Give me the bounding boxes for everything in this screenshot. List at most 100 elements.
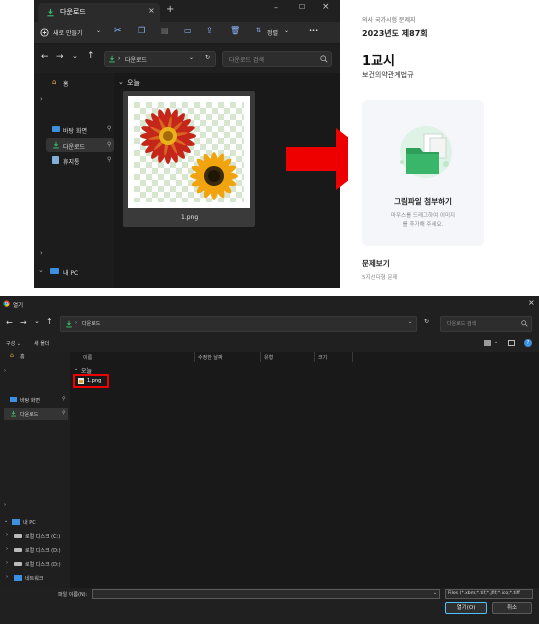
file-row-1png[interactable]: 1.png xyxy=(73,374,109,388)
maximize-icon[interactable]: ☐ xyxy=(299,3,305,11)
sidebar-item-desktop[interactable]: 바탕 화면 ⚲ xyxy=(10,396,68,406)
sidebar-item-drive-c[interactable]: › 로컬 디스크 (C:) xyxy=(6,532,70,542)
refresh-icon[interactable]: ↻ xyxy=(205,54,210,61)
share-icon[interactable]: ⇪ xyxy=(206,26,213,35)
organize-button[interactable]: 구성 ⌄ xyxy=(6,340,21,347)
paste-icon[interactable]: ▤ xyxy=(161,26,169,35)
pc-icon xyxy=(12,519,20,525)
sidebar-item-desktop[interactable]: 바탕 화면 ⚲ xyxy=(52,125,114,137)
new-button[interactable]: 새로 만들기 ⌄ xyxy=(40,27,102,39)
download-icon xyxy=(11,410,16,417)
pin-icon: ⚲ xyxy=(62,396,66,402)
exam-upload-panel: 의사 국가시험 문제지 2023년도 제87회 1교시 보건의약관계법규 그림파… xyxy=(348,0,539,288)
file-name: 1.png xyxy=(87,378,102,384)
group-collapse-icon[interactable]: ⌄ xyxy=(74,366,78,372)
image-upload-dropzone[interactable]: 그림파일 첨부하기 마우스를 드래그하여 이미지 를 추가해 주세요. xyxy=(362,100,484,246)
download-icon xyxy=(47,8,54,17)
more-options-icon[interactable]: ··· xyxy=(309,26,318,35)
explorer-tab[interactable]: 다운로드 × xyxy=(38,3,160,22)
sidebar-item-this-pc[interactable]: ⌄ 내 PC xyxy=(4,518,68,528)
new-folder-button[interactable]: 새 폴더 xyxy=(34,340,49,347)
dialog-search-input[interactable]: 다운로드 검색 xyxy=(440,316,532,332)
dialog-sidebar: ⌂ 홈 › 바탕 화면 ⚲ 다운로드 ⚲ › ⌄ 내 PC › 로컬 디스크 (… xyxy=(0,352,70,588)
download-icon xyxy=(53,141,59,149)
chevron-down-icon[interactable]: ⌄ xyxy=(494,339,498,345)
sidebar-item-home[interactable]: ⌂ 홈 xyxy=(10,352,68,362)
drive-icon xyxy=(14,548,22,552)
group-collapse-icon[interactable]: ⌄ xyxy=(118,78,124,86)
column-header-size[interactable]: 크기 xyxy=(315,352,353,362)
image-file-icon xyxy=(78,378,84,384)
tab-close-icon[interactable]: × xyxy=(148,6,155,15)
search-placeholder: 다운로드 검색 xyxy=(447,321,477,327)
sidebar-item-this-pc[interactable]: ⌄ 내 PC xyxy=(38,266,114,279)
preview-pane-icon[interactable] xyxy=(508,340,515,346)
expand-chevron-icon[interactable]: › xyxy=(4,502,6,508)
column-header-modified[interactable]: 수정한 날짜 xyxy=(195,352,261,362)
breadcrumb-current: 다운로드 xyxy=(82,321,101,327)
cancel-button[interactable]: 취소 xyxy=(492,602,532,614)
sidebar-item-label: 로컬 디스크 (D:) xyxy=(25,548,61,554)
refresh-icon[interactable]: ↻ xyxy=(424,318,429,325)
chevron-down-icon[interactable]: ⌄ xyxy=(189,54,194,61)
sort-icon: ⇅ xyxy=(256,27,262,34)
dialog-address-input[interactable]: › 다운로드 xyxy=(60,316,417,332)
download-icon xyxy=(66,320,72,328)
dialog-navigation-bar: ← → ⌄ ↑ › 다운로드 ⌄ ↻ 다운로드 검색 xyxy=(0,312,539,336)
rename-icon[interactable]: ▭ xyxy=(184,26,192,35)
drive-icon xyxy=(14,562,22,566)
new-tab-icon[interactable]: + xyxy=(166,4,174,15)
chevron-down-icon[interactable]: ⌄ xyxy=(408,319,412,325)
back-arrow-icon[interactable]: ← xyxy=(6,318,13,327)
expand-chevron-icon[interactable]: › xyxy=(4,368,6,374)
cut-icon[interactable]: ✂ xyxy=(114,26,122,36)
organize-label: 구성 xyxy=(6,341,16,347)
exam-year-round: 2023년도 제87회 xyxy=(362,29,428,38)
sidebar-item-label: 바탕 화면 xyxy=(20,398,40,404)
recent-chevron-icon[interactable]: ⌄ xyxy=(72,52,78,60)
column-header-type[interactable]: 유형 xyxy=(261,352,315,362)
dialog-title: 열기 xyxy=(13,303,24,309)
search-input[interactable]: 다운로드 검색 xyxy=(222,51,332,67)
copy-icon[interactable]: ❐ xyxy=(138,26,145,35)
sidebar-item-network[interactable]: › 네트워크 xyxy=(6,574,70,584)
sidebar-item-label: 네트워크 xyxy=(25,576,44,582)
chevron-down-icon: ⌄ xyxy=(284,27,290,34)
filename-label: 파일 이름(N): xyxy=(58,592,88,598)
minimize-icon[interactable]: – xyxy=(274,3,278,12)
recycle-bin-icon xyxy=(52,156,59,164)
filetype-select[interactable]: Files (*.xbm;*.tif;*.jfif;*.ico;*.tiff xyxy=(445,589,533,599)
sidebar-item-label: 홈 xyxy=(20,354,25,360)
sort-button[interactable]: ⇅ 정렬 ⌄ xyxy=(256,27,298,39)
sidebar-item-label: 홈 xyxy=(63,81,69,88)
delete-icon[interactable]: 🗑 xyxy=(230,26,240,35)
expand-chevron-icon: › xyxy=(6,574,8,580)
dialog-close-icon[interactable]: × xyxy=(528,298,535,307)
sidebar-item-downloads[interactable]: 다운로드 ⚲ xyxy=(46,138,114,152)
recent-chevron-icon[interactable]: ⌄ xyxy=(34,317,40,325)
up-arrow-icon[interactable]: ↑ xyxy=(87,51,95,61)
expand-chevron-icon[interactable]: › xyxy=(40,95,43,103)
sidebar-item-drive-d2[interactable]: › 로컬 디스크 (D:) xyxy=(6,560,70,570)
sidebar-item-recycle-bin[interactable]: 휴지통 ⚲ xyxy=(52,156,114,168)
window-close-icon[interactable]: × xyxy=(322,2,330,12)
expand-chevron-icon[interactable]: › xyxy=(40,249,43,257)
sidebar-item-drive-d[interactable]: › 로컬 디스크 (D:) xyxy=(6,546,70,556)
forward-arrow-icon[interactable]: → xyxy=(20,318,27,327)
filename-input[interactable]: ⌄ xyxy=(92,589,440,599)
open-button[interactable]: 열기(O) xyxy=(445,602,487,614)
file-tile-1png[interactable]: 1.png xyxy=(123,91,255,227)
drive-icon xyxy=(14,534,22,538)
download-icon xyxy=(109,55,115,63)
forward-arrow-icon[interactable]: → xyxy=(56,52,64,62)
help-icon[interactable]: ? xyxy=(524,339,532,347)
sidebar-item-home[interactable]: ⌂ 홈 xyxy=(52,78,112,90)
column-header-name[interactable]: 이름 xyxy=(80,352,195,362)
open-file-dialog: 열기 × ← → ⌄ ↑ › 다운로드 ⌄ ↻ 다운로드 검색 구성 ⌄ 새 폴… xyxy=(0,296,539,624)
desktop-icon xyxy=(10,397,17,402)
back-arrow-icon[interactable]: ← xyxy=(41,52,49,62)
view-options-icon[interactable] xyxy=(484,340,491,346)
address-input[interactable]: › 다운로드 ⌄ ↻ xyxy=(104,51,216,67)
up-arrow-icon[interactable]: ↑ xyxy=(46,317,53,326)
sidebar-item-downloads[interactable]: 다운로드 ⚲ xyxy=(4,408,68,420)
